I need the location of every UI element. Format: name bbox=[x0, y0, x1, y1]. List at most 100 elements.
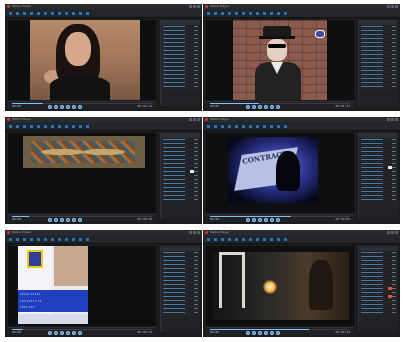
fullscreen-icon[interactable] bbox=[262, 123, 267, 129]
playlist-icon[interactable] bbox=[276, 236, 281, 242]
cut-icon[interactable] bbox=[220, 123, 225, 129]
info-icon[interactable] bbox=[248, 236, 253, 242]
copy-icon[interactable] bbox=[29, 123, 34, 129]
video-viewport[interactable] bbox=[8, 133, 156, 213]
volume-icon[interactable] bbox=[78, 105, 82, 109]
fullscreen-icon[interactable] bbox=[64, 123, 69, 129]
prev-icon[interactable] bbox=[48, 331, 52, 335]
copy-icon[interactable] bbox=[29, 236, 34, 242]
pause-icon[interactable] bbox=[60, 331, 64, 335]
cut-icon[interactable] bbox=[22, 236, 27, 242]
open-file-icon[interactable] bbox=[8, 123, 13, 129]
close-icon[interactable] bbox=[395, 231, 398, 234]
next-icon[interactable] bbox=[72, 105, 76, 109]
paste-icon[interactable] bbox=[36, 236, 41, 242]
help-icon[interactable] bbox=[57, 236, 62, 242]
info-icon[interactable] bbox=[50, 236, 55, 242]
seek-bar[interactable] bbox=[210, 103, 350, 104]
close-icon[interactable] bbox=[197, 118, 200, 121]
help-icon[interactable] bbox=[255, 123, 260, 129]
minimize-icon[interactable] bbox=[189, 5, 192, 8]
close-icon[interactable] bbox=[197, 231, 200, 234]
copy-icon[interactable] bbox=[227, 123, 232, 129]
paste-icon[interactable] bbox=[234, 10, 239, 16]
next-icon[interactable] bbox=[72, 331, 76, 335]
prev-icon[interactable] bbox=[246, 331, 250, 335]
seek-bar[interactable] bbox=[12, 329, 152, 330]
maximize-icon[interactable] bbox=[193, 231, 196, 234]
prev-icon[interactable] bbox=[246, 218, 250, 222]
save-icon[interactable] bbox=[213, 236, 218, 242]
seek-bar[interactable] bbox=[210, 216, 350, 217]
snapshot-icon[interactable] bbox=[269, 10, 274, 16]
copy-icon[interactable] bbox=[227, 236, 232, 242]
cut-icon[interactable] bbox=[22, 123, 27, 129]
stop-icon[interactable] bbox=[264, 218, 268, 222]
play-icon[interactable] bbox=[54, 105, 58, 109]
close-icon[interactable] bbox=[395, 5, 398, 8]
fullscreen-icon[interactable] bbox=[262, 236, 267, 242]
play-icon[interactable] bbox=[252, 331, 256, 335]
settings-icon[interactable] bbox=[43, 123, 48, 129]
play-icon[interactable] bbox=[54, 218, 58, 222]
settings-icon[interactable] bbox=[241, 123, 246, 129]
equalizer-icon[interactable] bbox=[283, 123, 288, 129]
volume-icon[interactable] bbox=[276, 331, 280, 335]
prev-icon[interactable] bbox=[48, 105, 52, 109]
save-icon[interactable] bbox=[15, 123, 20, 129]
settings-icon[interactable] bbox=[241, 236, 246, 242]
playlist-icon[interactable] bbox=[276, 10, 281, 16]
next-icon[interactable] bbox=[270, 218, 274, 222]
equalizer-icon[interactable] bbox=[85, 236, 90, 242]
fullscreen-icon[interactable] bbox=[262, 10, 267, 16]
settings-icon[interactable] bbox=[241, 10, 246, 16]
maximize-icon[interactable] bbox=[391, 5, 394, 8]
info-icon[interactable] bbox=[248, 123, 253, 129]
stop-icon[interactable] bbox=[66, 331, 70, 335]
pause-icon[interactable] bbox=[258, 105, 262, 109]
equalizer-icon[interactable] bbox=[283, 10, 288, 16]
next-icon[interactable] bbox=[270, 105, 274, 109]
seek-bar[interactable] bbox=[210, 329, 350, 330]
volume-icon[interactable] bbox=[78, 331, 82, 335]
video-viewport[interactable] bbox=[206, 246, 354, 326]
stop-icon[interactable] bbox=[66, 218, 70, 222]
copy-icon[interactable] bbox=[227, 10, 232, 16]
info-icon[interactable] bbox=[50, 10, 55, 16]
video-viewport[interactable] bbox=[206, 20, 354, 100]
minimize-icon[interactable] bbox=[387, 5, 390, 8]
info-icon[interactable] bbox=[50, 123, 55, 129]
help-icon[interactable] bbox=[57, 123, 62, 129]
snapshot-icon[interactable] bbox=[269, 123, 274, 129]
minimize-icon[interactable] bbox=[387, 231, 390, 234]
minimize-icon[interactable] bbox=[189, 231, 192, 234]
playlist-icon[interactable] bbox=[78, 123, 83, 129]
next-icon[interactable] bbox=[72, 218, 76, 222]
prev-icon[interactable] bbox=[246, 105, 250, 109]
snapshot-icon[interactable] bbox=[71, 10, 76, 16]
paste-icon[interactable] bbox=[36, 10, 41, 16]
fullscreen-icon[interactable] bbox=[64, 10, 69, 16]
stop-icon[interactable] bbox=[66, 105, 70, 109]
cut-icon[interactable] bbox=[220, 10, 225, 16]
play-icon[interactable] bbox=[54, 331, 58, 335]
play-icon[interactable] bbox=[252, 105, 256, 109]
snapshot-icon[interactable] bbox=[269, 236, 274, 242]
video-viewport[interactable]: CONTRACT bbox=[206, 133, 354, 213]
stop-icon[interactable] bbox=[264, 331, 268, 335]
save-icon[interactable] bbox=[15, 236, 20, 242]
snapshot-icon[interactable] bbox=[71, 123, 76, 129]
paste-icon[interactable] bbox=[234, 236, 239, 242]
pause-icon[interactable] bbox=[258, 218, 262, 222]
copy-icon[interactable] bbox=[29, 10, 34, 16]
open-file-icon[interactable] bbox=[206, 236, 211, 242]
video-viewport[interactable] bbox=[8, 20, 156, 100]
paste-icon[interactable] bbox=[234, 123, 239, 129]
pause-icon[interactable] bbox=[60, 105, 64, 109]
settings-icon[interactable] bbox=[43, 10, 48, 16]
settings-icon[interactable] bbox=[43, 236, 48, 242]
fullscreen-icon[interactable] bbox=[64, 236, 69, 242]
save-icon[interactable] bbox=[213, 10, 218, 16]
help-icon[interactable] bbox=[255, 236, 260, 242]
open-file-icon[interactable] bbox=[8, 236, 13, 242]
